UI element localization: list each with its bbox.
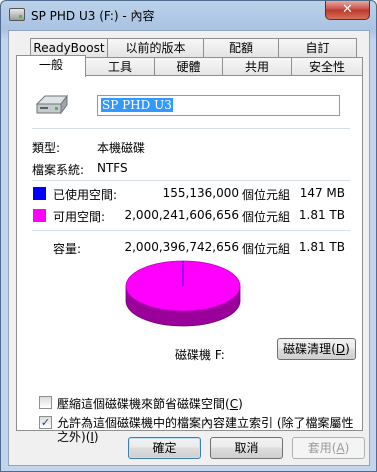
- compress-text: 壓縮這個磁碟機來節省磁碟空間: [57, 397, 226, 411]
- index-accesskey: I: [90, 430, 94, 444]
- tab-general[interactable]: 一般: [16, 55, 86, 77]
- apply-button[interactable]: 套用(A): [292, 437, 365, 459]
- divider: [32, 230, 350, 231]
- used-space-swatch: [33, 187, 46, 200]
- tab-hardware[interactable]: 硬體: [154, 57, 223, 77]
- close-button[interactable]: ✕: [325, 1, 370, 20]
- tab-customize[interactable]: 自訂: [278, 38, 357, 58]
- index-label-line1: 允許為這個磁碟機中的檔案內容建立索引 (除了檔案屬性: [57, 416, 354, 430]
- drive-icon: [9, 8, 25, 21]
- free-space-swatch: [33, 209, 46, 222]
- hard-drive-icon: [35, 94, 68, 115]
- tab-sharing[interactable]: 共用: [222, 57, 292, 77]
- free-space-size: 1.81 TB: [298, 208, 345, 222]
- disk-cleanup-label: 磁碟清理: [283, 342, 332, 356]
- tab-security[interactable]: 安全性: [291, 57, 363, 77]
- type-label: 類型:: [32, 141, 61, 155]
- free-space-label: 可用空間:: [53, 210, 106, 224]
- index-checkbox[interactable]: ✓: [39, 416, 52, 429]
- used-space-bytes: 155,136,000: [162, 186, 239, 200]
- capacity-bytes: 2,000,396,742,656: [124, 240, 239, 254]
- used-space-unit: 個位元組: [242, 188, 291, 202]
- index-label-line2: 之外)(I): [57, 430, 99, 444]
- divider: [32, 180, 350, 181]
- free-space-unit: 個位元組: [242, 210, 291, 224]
- cancel-button[interactable]: 取消: [210, 437, 283, 459]
- compress-checkbox[interactable]: [39, 396, 52, 409]
- type-value: 本機磁碟: [97, 141, 146, 155]
- file-system-value: NTFS: [97, 161, 128, 175]
- disk-cleanup-button[interactable]: 磁碟清理(D): [277, 338, 356, 360]
- tab-quota[interactable]: 配額: [203, 38, 279, 58]
- used-space-size: 147 MB: [299, 186, 345, 200]
- disk-cleanup-accesskey: D: [335, 342, 346, 356]
- apply-label: 套用: [307, 441, 332, 455]
- volume-label-text: SP PHD U3: [101, 98, 173, 112]
- drive-caption: 磁碟機 F:: [175, 348, 225, 362]
- volume-label-input[interactable]: SP PHD U3: [97, 95, 340, 116]
- capacity-size: 1.81 TB: [298, 240, 345, 254]
- free-space-bytes: 2,000,241,606,656: [124, 208, 239, 222]
- ok-button[interactable]: 確定: [128, 437, 201, 459]
- dialog-client: ReadyBoost 以前的版本 配額 自訂 一般 工具 硬體 共用 安全性 S…: [8, 30, 370, 466]
- file-system-label: 檔案系統:: [32, 163, 85, 177]
- used-space-label: 已使用空間:: [53, 188, 118, 202]
- divider: [32, 128, 350, 129]
- title-bar[interactable]: SP PHD U3 (F:) - 內容 ✕: [1, 1, 376, 29]
- tab-tools[interactable]: 工具: [85, 57, 155, 77]
- compress-accesskey: C: [229, 397, 239, 411]
- disk-usage-pie: [125, 260, 241, 327]
- window-title: SP PHD U3 (F:) - 內容: [31, 9, 155, 23]
- capacity-label: 容量:: [53, 242, 82, 256]
- index-text-2: 之外): [57, 430, 86, 444]
- capacity-unit: 個位元組: [242, 242, 291, 256]
- general-panel: SP PHD U3 類型: 本機磁碟 檔案系統: NTFS 已使用空間: 155…: [16, 75, 363, 444]
- compress-label: 壓縮這個磁碟機來節省磁碟空間(C): [57, 397, 243, 411]
- tab-previous-versions[interactable]: 以前的版本: [107, 38, 204, 58]
- apply-accesskey: A: [336, 441, 345, 455]
- properties-window: SP PHD U3 (F:) - 內容 ✕ ReadyBoost 以前的版本 配…: [0, 0, 377, 472]
